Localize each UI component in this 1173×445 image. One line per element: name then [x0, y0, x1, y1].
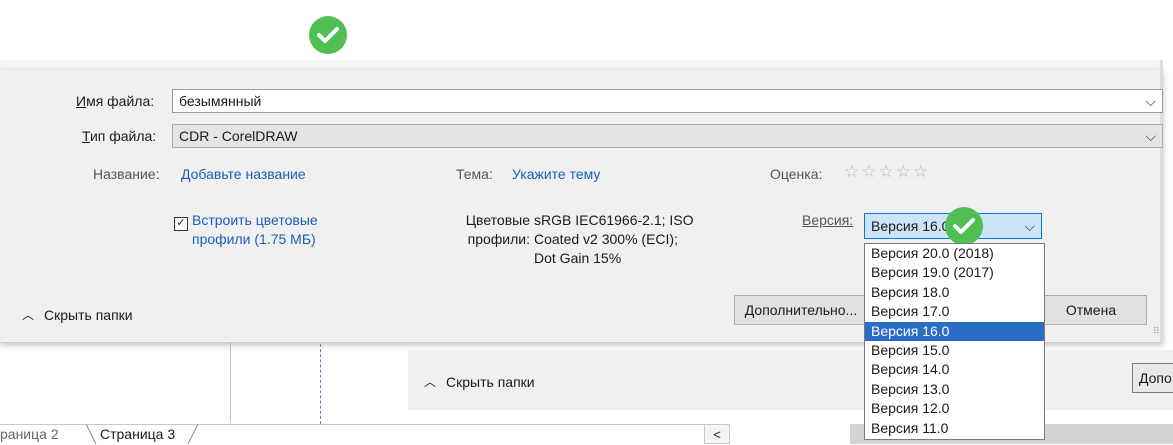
version-option[interactable]: Версия 18.0: [865, 283, 1044, 302]
color-profiles-label-2: профили:: [467, 231, 530, 247]
chevron-down-icon[interactable]: ⌵: [1024, 218, 1035, 235]
check-badge-icon: [945, 207, 983, 245]
scroll-left-button[interactable]: <: [704, 424, 730, 444]
tab-page-3[interactable]: Страница 3: [100, 426, 175, 442]
embed-line-1: Встроить цветовые: [192, 212, 318, 228]
version-option[interactable]: Версия 12.0: [865, 399, 1044, 418]
theme-link[interactable]: Укажите тему: [512, 166, 600, 182]
embed-line-2: профили (1.75 МБ): [192, 231, 316, 247]
version-dropdown-list: Версия 20.0 (2018) Версия 19.0 (2017) Верс…: [864, 243, 1045, 440]
version-option[interactable]: Версия 17.0: [865, 302, 1044, 321]
file-type-value: CDR - CorelDRAW: [179, 128, 298, 144]
title-link[interactable]: Добавьте название: [181, 166, 306, 182]
checkmark-icon[interactable]: ✓: [174, 216, 188, 231]
file-type-label-text: Тип файла:: [82, 128, 157, 144]
file-type-select[interactable]: CDR - CorelDRAW ⌵: [172, 124, 1163, 148]
hide-folders-label: Скрыть папки: [44, 306, 133, 323]
color-profiles-value-3: Dot Gain 15%: [534, 250, 622, 266]
rating-label: Оценка:: [770, 166, 823, 182]
version-option[interactable]: Версия 20.0 (2018): [865, 244, 1044, 263]
accelerator-letter: Т: [82, 128, 90, 144]
resize-grip-icon[interactable]: ⠿: [1153, 326, 1160, 337]
color-profiles-label-1: Цветовые: [465, 212, 530, 228]
file-name-value: безымянный: [179, 93, 262, 109]
advanced-button[interactable]: Дополнительно...: [734, 295, 868, 325]
check-badge-icon: [309, 16, 347, 54]
version-selected-value: Версия 16.0: [871, 218, 950, 234]
file-type-label: Тип файла:: [82, 128, 156, 144]
file-name-label: Имя файла:: [76, 93, 155, 109]
color-profiles-value-1: sRGB IEC61966-2.1; ISO: [534, 212, 694, 228]
embed-profiles-checkbox[interactable]: ✓: [174, 213, 188, 231]
hide-folders-button[interactable]: ︿ Скрыть папки: [22, 306, 133, 323]
file-name-input[interactable]: безымянный ⌵: [172, 89, 1163, 113]
version-option[interactable]: Версия 14.0: [865, 360, 1044, 379]
theme-label: Тема:: [456, 166, 493, 182]
chevron-down-icon[interactable]: ⌵: [1145, 93, 1156, 110]
hide-folders-button-bg[interactable]: ︿ Скрыть папки: [424, 373, 535, 390]
chevron-down-icon[interactable]: ⌵: [1145, 128, 1156, 145]
version-option[interactable]: Версия 15.0: [865, 341, 1044, 360]
guide-line: [320, 344, 321, 424]
cancel-button[interactable]: Отмена: [1035, 295, 1147, 325]
advanced-button-partial[interactable]: Допо: [1132, 363, 1173, 393]
color-profiles-label: Цветовые профили:: [456, 211, 530, 249]
divider-line: [230, 342, 231, 422]
version-label: Версия:: [802, 212, 854, 228]
embed-profiles-label[interactable]: Встроить цветовые профили (1.75 МБ): [192, 211, 318, 249]
tab-page-2[interactable]: раница 2: [0, 426, 59, 442]
tab-separator: [188, 424, 199, 444]
chevron-up-icon: ︿: [424, 375, 437, 389]
file-name-label-text: мя файла:: [86, 93, 155, 109]
version-option[interactable]: Версия 19.0 (2017): [865, 263, 1044, 282]
version-option[interactable]: Версия 16.0: [865, 321, 1044, 341]
rating-stars[interactable]: ☆☆☆☆☆: [844, 162, 930, 182]
tab-separator: [86, 424, 97, 444]
version-option[interactable]: Версия 11.0: [865, 419, 1044, 438]
chevron-up-icon: ︿: [22, 308, 35, 322]
title-label: Название:: [93, 166, 160, 182]
chevron-left-icon: <: [713, 426, 721, 442]
hide-folders-label-bg: Скрыть папки: [446, 373, 535, 390]
color-profiles-value-2: Coated v2 300% (ECI);: [534, 231, 678, 247]
version-option[interactable]: Версия 13.0: [865, 380, 1044, 399]
color-profiles-value: sRGB IEC61966-2.1; ISO Coated v2 300% (E…: [534, 211, 694, 268]
